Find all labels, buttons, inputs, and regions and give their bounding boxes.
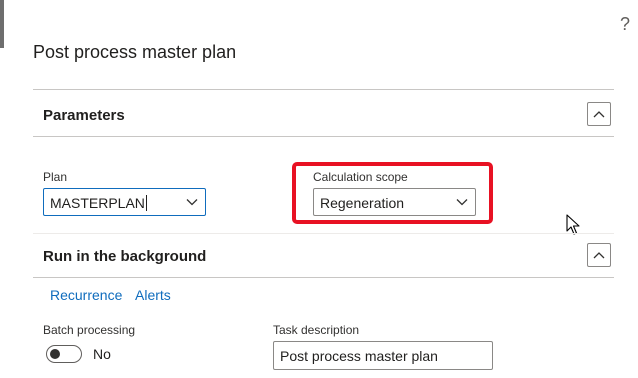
section-divider	[33, 233, 614, 234]
batch-processing-label: Batch processing	[43, 323, 136, 337]
parameters-divider	[33, 136, 614, 137]
plan-label: Plan	[43, 170, 68, 184]
help-icon[interactable]: ?	[620, 14, 630, 34]
batch-processing-state: No	[93, 346, 111, 362]
background-heading: Run in the background	[43, 248, 207, 265]
toggle-knob	[50, 349, 60, 359]
tab-recurrence[interactable]: Recurrence	[50, 287, 122, 303]
left-edge-bar	[0, 0, 4, 48]
task-description-input[interactable]: Post process master plan	[273, 341, 493, 370]
plan-dropdown[interactable]: MASTERPLAN	[43, 188, 206, 216]
mouse-pointer-icon	[566, 214, 580, 241]
batch-processing-toggle[interactable]	[46, 345, 82, 363]
parameters-collapse-button[interactable]	[587, 102, 611, 126]
text-caret	[145, 195, 147, 211]
section-divider-top	[33, 89, 614, 90]
chevron-up-icon	[593, 111, 605, 118]
calculation-scope-highlight	[292, 162, 493, 224]
plan-value: MASTERPLAN	[50, 195, 145, 211]
background-divider	[33, 277, 614, 278]
background-collapse-button[interactable]	[587, 243, 611, 267]
parameters-heading: Parameters	[43, 107, 125, 124]
task-description-label: Task description	[273, 323, 360, 337]
chevron-down-icon	[186, 199, 198, 206]
chevron-up-icon	[593, 252, 605, 259]
tab-alerts[interactable]: Alerts	[135, 287, 171, 303]
panel-title: Post process master plan	[33, 42, 237, 62]
